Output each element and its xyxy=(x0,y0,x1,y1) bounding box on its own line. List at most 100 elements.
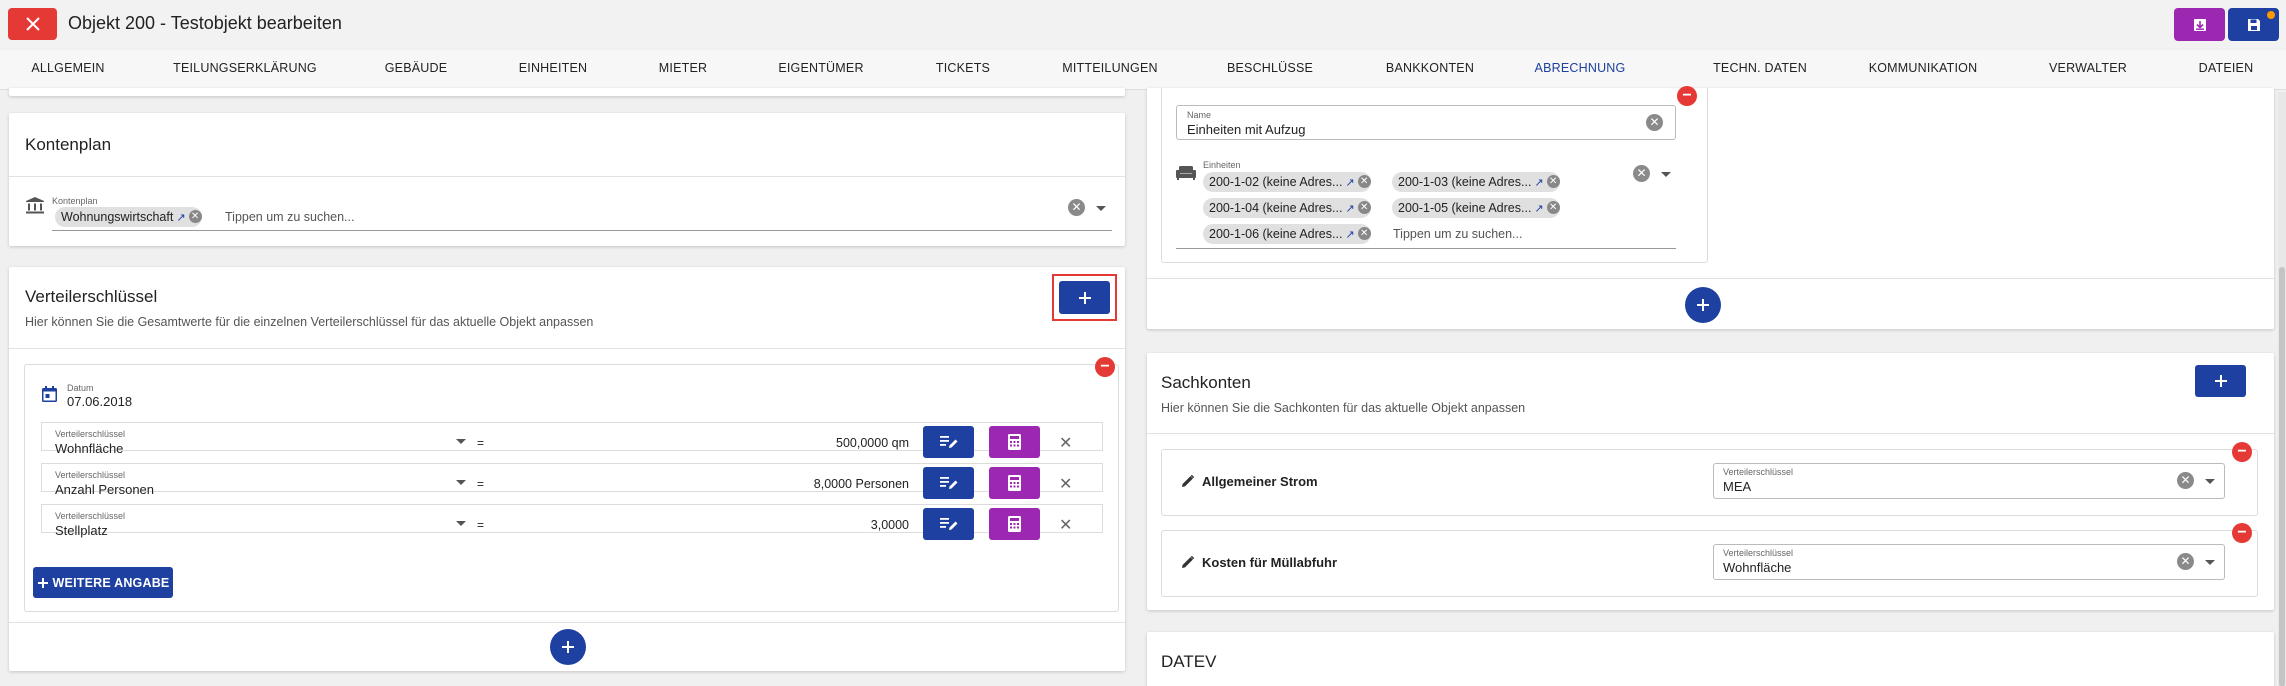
calculator-button[interactable] xyxy=(989,426,1040,458)
bank-icon xyxy=(26,197,44,214)
tab-tickets[interactable]: Tickets xyxy=(920,50,1006,90)
external-link-icon[interactable]: ↗ xyxy=(1345,229,1354,241)
tab-bankkonten[interactable]: Bankkonten xyxy=(1375,50,1485,90)
external-link-icon[interactable]: ↗ xyxy=(1534,203,1543,215)
einheiten-search-input[interactable]: Tippen um zu suchen... xyxy=(1393,227,1522,241)
weitere-angabe-button[interactable]: WEITERE ANGABE xyxy=(33,567,173,598)
verteiler-title: Verteilerschlüssel xyxy=(25,287,158,306)
tab-verwalter[interactable]: Verwalter xyxy=(2040,50,2136,90)
chevron-down-icon[interactable] xyxy=(456,521,466,526)
einheit-chip[interactable]: 200-1-02 (keine Adres... ↗ ✕ xyxy=(1203,172,1371,192)
date-field[interactable]: 07.06.2018 xyxy=(67,394,132,409)
sachkonto-key-value: MEA xyxy=(1723,479,1752,494)
chevron-down-icon[interactable] xyxy=(2205,479,2215,484)
row-field-label: Verteilerschlüssel xyxy=(55,511,126,521)
edit-list-button[interactable] xyxy=(923,508,974,540)
weitere-angabe-label: WEITERE ANGABE xyxy=(52,575,170,590)
verteiler-divider xyxy=(9,348,1125,349)
chevron-down-icon[interactable] xyxy=(456,480,466,485)
chip-remove-icon[interactable]: ✕ xyxy=(1546,175,1560,189)
clear-icon[interactable]: ✕ xyxy=(2177,472,2194,489)
save-button[interactable] xyxy=(2228,8,2279,41)
kontenplan-chip[interactable]: Wohnungswirtschaft ↗ ✕ xyxy=(55,207,202,227)
einheiten-underline xyxy=(1176,248,1676,249)
chip-remove-icon[interactable]: ✕ xyxy=(188,210,202,224)
pencil-icon[interactable] xyxy=(1182,556,1194,568)
edit-list-button[interactable] xyxy=(923,467,974,499)
row-key-select[interactable]: Wohnfläche xyxy=(55,441,123,456)
remove-row-icon[interactable]: ✕ xyxy=(1059,433,1072,453)
remove-entry-button[interactable]: − xyxy=(1095,357,1115,377)
tab-allgemein[interactable]: Allgemein xyxy=(20,50,116,90)
clear-icon[interactable]: ✕ xyxy=(1068,199,1085,216)
chevron-down-icon[interactable] xyxy=(1661,172,1671,177)
chevron-down-icon[interactable] xyxy=(1096,206,1106,211)
einheit-chip[interactable]: 200-1-04 (keine Adres... ↗ ✕ xyxy=(1203,198,1371,218)
chip-remove-icon[interactable]: ✕ xyxy=(1357,201,1371,215)
tab-techn-daten[interactable]: Techn. Daten xyxy=(1695,50,1825,90)
calculator-button[interactable] xyxy=(989,467,1040,499)
kontenplan-title: Kontenplan xyxy=(25,135,112,154)
external-link-icon[interactable]: ↗ xyxy=(1534,177,1543,189)
add-verteiler-button[interactable] xyxy=(1059,281,1110,314)
chevron-down-icon[interactable] xyxy=(2205,560,2215,565)
chip-remove-icon[interactable]: ✕ xyxy=(1357,175,1371,189)
add-gruppe-button[interactable] xyxy=(1685,287,1721,323)
plus-icon xyxy=(1078,291,1091,304)
add-sachkonto-button[interactable] xyxy=(2195,365,2246,397)
kontenplan-search-input[interactable]: Tippen um zu suchen... xyxy=(225,210,354,224)
download-icon xyxy=(2193,18,2206,31)
tab-mieter[interactable]: Mieter xyxy=(645,50,721,90)
einheit-chip[interactable]: 200-1-03 (keine Adres... ↗ ✕ xyxy=(1392,172,1560,192)
kontenplan-card: Kontenplan Kontenplan Wohnungswirtschaft… xyxy=(9,113,1125,246)
row-value[interactable]: 500,0000 qm xyxy=(709,436,909,450)
download-button[interactable] xyxy=(2174,8,2225,41)
tab-einheiten[interactable]: Einheiten xyxy=(505,50,601,90)
external-link-icon[interactable]: ↗ xyxy=(176,212,185,224)
scroll-thumb[interactable] xyxy=(2279,267,2285,686)
sachkonten-title: Sachkonten xyxy=(1161,373,1251,392)
edit-list-button[interactable] xyxy=(923,426,974,458)
tab-teilungserklaerung[interactable]: Teilungserklärung xyxy=(160,50,330,90)
remove-gruppe-button[interactable]: − xyxy=(1677,86,1697,106)
calculator-button[interactable] xyxy=(989,508,1040,540)
row-value[interactable]: 8,0000 Personen xyxy=(709,477,909,491)
einheit-chip[interactable]: 200-1-06 (keine Adres... ↗ ✕ xyxy=(1203,224,1371,244)
tab-kommunikation[interactable]: Kommunikation xyxy=(1865,50,1981,90)
row-value[interactable]: 3,0000 xyxy=(709,518,909,532)
remove-sachkonto-button[interactable]: − xyxy=(2232,523,2252,543)
chevron-down-icon[interactable] xyxy=(456,439,466,444)
external-link-icon[interactable]: ↗ xyxy=(1345,203,1354,215)
clear-icon[interactable]: ✕ xyxy=(1633,165,1650,182)
external-link-icon[interactable]: ↗ xyxy=(1345,177,1354,189)
remove-sachkonto-button[interactable]: − xyxy=(2232,442,2252,462)
kontenplan-field-label: Kontenplan xyxy=(52,196,98,206)
remove-row-icon[interactable]: ✕ xyxy=(1059,474,1072,494)
unsaved-badge xyxy=(2267,11,2275,19)
tab-dateien[interactable]: Dateien xyxy=(2180,50,2272,90)
sachkonten-card: Sachkonten Hier können Sie die Sachkonte… xyxy=(1147,353,2274,610)
pencil-icon[interactable] xyxy=(1182,475,1194,487)
add-date-entry-button[interactable] xyxy=(550,629,586,665)
tab-abrechnung[interactable]: Abrechnung xyxy=(1508,50,1652,90)
chip-remove-icon[interactable]: ✕ xyxy=(1357,227,1371,241)
minus-icon: − xyxy=(2237,524,2247,541)
tab-gebaeude[interactable]: Gebäude xyxy=(375,50,457,90)
clear-icon[interactable]: ✕ xyxy=(1646,114,1663,131)
tab-mitteilungen[interactable]: Mitteilungen xyxy=(1050,50,1170,90)
calculator-icon xyxy=(1008,475,1021,491)
row-key-select[interactable]: Stellplatz xyxy=(55,523,108,538)
close-button[interactable] xyxy=(8,8,57,40)
chip-remove-icon[interactable]: ✕ xyxy=(1546,201,1560,215)
verteiler-bottom-divider xyxy=(9,622,1125,623)
tab-eigentuemer[interactable]: Eigentümer xyxy=(770,50,872,90)
scrollbar[interactable] xyxy=(2278,92,2286,686)
minus-icon: − xyxy=(2237,443,2247,460)
clear-icon[interactable]: ✕ xyxy=(2177,553,2194,570)
remove-row-icon[interactable]: ✕ xyxy=(1059,515,1072,535)
einheit-chip[interactable]: 200-1-05 (keine Adres... ↗ ✕ xyxy=(1392,198,1560,218)
tab-beschluesse[interactable]: Beschlüsse xyxy=(1220,50,1320,90)
plus-icon xyxy=(562,641,574,653)
datev-card: DATEV xyxy=(1147,632,2274,686)
row-key-select[interactable]: Anzahl Personen xyxy=(55,482,154,497)
